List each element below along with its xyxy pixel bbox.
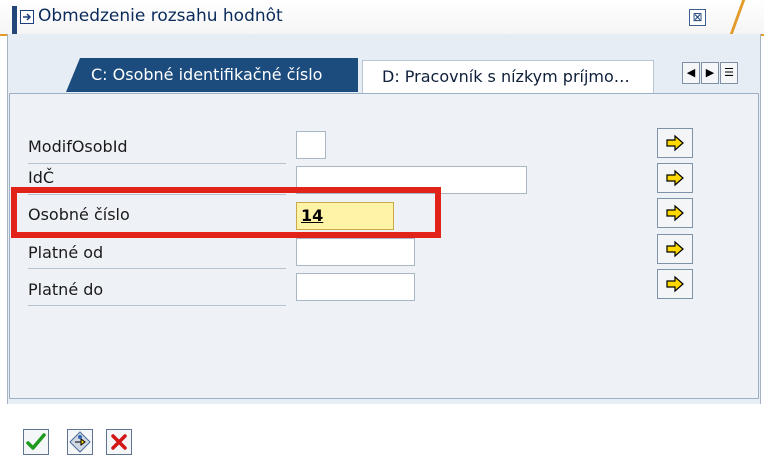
arrow-right-icon bbox=[666, 240, 684, 258]
title-bar-accent-right bbox=[729, 0, 746, 34]
tab-osobne-identifikacne-cislo[interactable]: C: Osobné identifikačné číslo bbox=[66, 58, 358, 92]
arrow-right-icon bbox=[666, 169, 684, 187]
modifosobid-input[interactable] bbox=[296, 131, 326, 159]
arrow-right-icon bbox=[666, 275, 684, 293]
field-label-platne-od: Platné od bbox=[28, 243, 104, 262]
tab-pracovnik-s-nizkym-prijmom[interactable]: D: Pracovník s nízkym príjmo… bbox=[362, 60, 654, 93]
arrow-right-icon bbox=[666, 134, 684, 152]
window-icon bbox=[20, 10, 34, 24]
field-label-modifosobid: ModifOsobId bbox=[28, 137, 128, 156]
window-title: Obmedzenie rozsahu hodnôt bbox=[38, 6, 283, 26]
title-bar-accent bbox=[12, 6, 17, 34]
multi-select-icon bbox=[69, 431, 91, 453]
multiple-selection-button[interactable] bbox=[67, 429, 93, 455]
tab-label: D: Pracovník s nízkym príjmo… bbox=[382, 67, 630, 86]
arrow-right-icon bbox=[666, 204, 684, 222]
tab-label: C: Osobné identifikačné číslo bbox=[91, 65, 323, 84]
multiple-selection-button-modifosobid[interactable] bbox=[657, 128, 693, 158]
cancel-button[interactable] bbox=[106, 429, 132, 455]
tab-next-button[interactable]: ▶ bbox=[701, 62, 719, 84]
platne-do-input[interactable] bbox=[296, 273, 415, 301]
close-button[interactable]: ⊠ bbox=[689, 9, 706, 26]
field-label-platne-do: Platné do bbox=[28, 280, 104, 299]
multiple-selection-button-platne-do[interactable] bbox=[657, 269, 693, 299]
check-icon bbox=[26, 433, 46, 450]
tab-prev-button[interactable]: ◀ bbox=[682, 62, 700, 84]
tab-navigation: ◀ ▶ ☰ bbox=[682, 62, 760, 84]
cancel-icon bbox=[111, 434, 127, 450]
platne-od-input[interactable] bbox=[296, 238, 415, 266]
tab-list-button[interactable]: ☰ bbox=[720, 62, 738, 84]
multiple-selection-button-osobne-cislo[interactable] bbox=[657, 198, 693, 228]
execute-button[interactable] bbox=[23, 429, 49, 455]
title-bar: Obmedzenie rozsahu hodnôt ⊠ bbox=[0, 0, 764, 36]
highlight-osobne-cislo bbox=[11, 187, 441, 238]
multiple-selection-button-idc[interactable] bbox=[657, 163, 693, 193]
multiple-selection-button-platne-od[interactable] bbox=[657, 234, 693, 264]
row-separator bbox=[28, 305, 286, 306]
row-separator bbox=[28, 268, 286, 269]
row-separator bbox=[28, 163, 286, 164]
field-label-idc: IdČ bbox=[28, 168, 55, 187]
